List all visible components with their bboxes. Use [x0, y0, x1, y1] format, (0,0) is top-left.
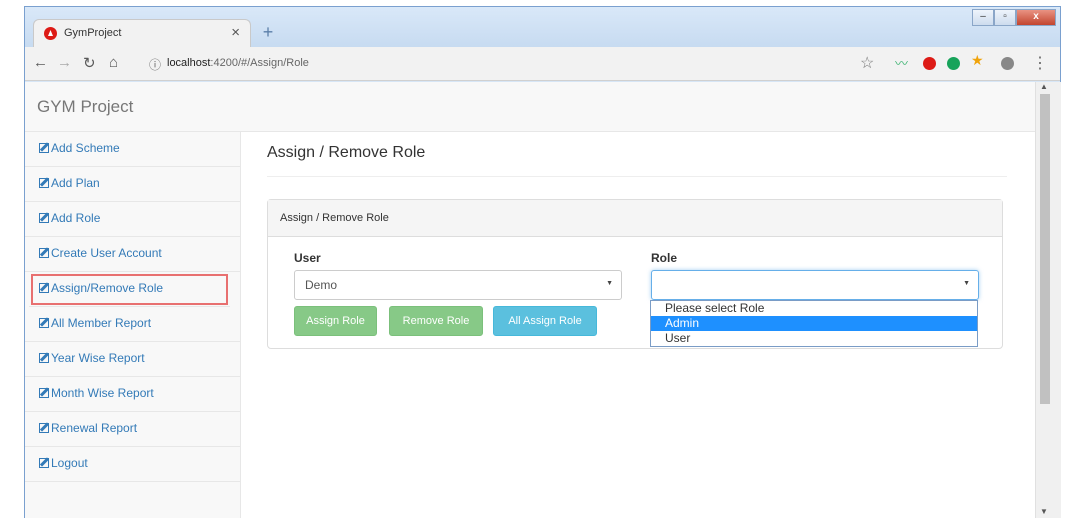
- sidebar-item-label: Logout: [51, 456, 88, 470]
- sidebar-item-label: Month Wise Report: [51, 386, 154, 400]
- panel-heading: Assign / Remove Role: [268, 200, 1002, 237]
- title-divider: [267, 176, 1007, 177]
- role-select[interactable]: ▼: [651, 270, 979, 300]
- tab-title: GymProject: [64, 27, 122, 39]
- chevron-down-icon: ▼: [606, 280, 613, 287]
- edit-icon: [39, 423, 49, 433]
- url-path: :4200/#/Assign/Role: [210, 57, 309, 69]
- top-navbar: GYM Project: [25, 82, 1035, 132]
- sidebar-item-add-role[interactable]: Add Role: [25, 202, 240, 237]
- sidebar-item-label: Year Wise Report: [51, 351, 145, 365]
- role-label: Role: [651, 251, 678, 265]
- edit-icon: [39, 178, 49, 188]
- edit-icon: [39, 458, 49, 468]
- role-option-user[interactable]: User: [651, 331, 977, 346]
- close-window-button[interactable]: x: [1016, 9, 1056, 26]
- edit-icon: [39, 143, 49, 153]
- extension-wave-icon[interactable]: 〰: [895, 53, 908, 71]
- web-page: GYM Project Add Scheme Add Plan Add Role…: [25, 82, 1035, 518]
- assign-role-button[interactable]: Assign Role: [294, 306, 377, 336]
- role-dropdown-list: Please select Role Admin User: [650, 300, 978, 347]
- bookmark-star-icon[interactable]: ☆: [860, 53, 874, 73]
- role-option-placeholder[interactable]: Please select Role: [651, 301, 977, 316]
- role-option-admin[interactable]: Admin: [651, 316, 977, 331]
- browser-window: GymProject × + – ▫ x ← → ↻ ⌂ ⓘ localhost…: [24, 6, 1061, 518]
- browser-menu-icon[interactable]: ⋮: [1032, 53, 1048, 73]
- scrollbar-thumb[interactable]: [1040, 94, 1050, 404]
- all-assign-role-button[interactable]: All Assign Role: [493, 306, 597, 336]
- user-select-value: Demo: [305, 278, 338, 292]
- url-host: localhost: [167, 57, 211, 69]
- profile-avatar-icon[interactable]: [1001, 57, 1014, 70]
- sidebar-item-logout[interactable]: Logout: [25, 447, 240, 482]
- extension-green-icon[interactable]: [947, 57, 960, 70]
- home-icon[interactable]: ⌂: [109, 54, 118, 71]
- sidebar-item-label: Add Plan: [51, 176, 100, 190]
- window-controls: – ▫ x: [972, 9, 1056, 27]
- scroll-up-icon[interactable]: ▲: [1040, 82, 1048, 91]
- extension-star-icon[interactable]: ★: [971, 52, 984, 68]
- minimize-button[interactable]: –: [972, 9, 994, 26]
- edit-icon: [39, 213, 49, 223]
- sidebar-item-create-user-account[interactable]: Create User Account: [25, 237, 240, 272]
- page-scrollbar[interactable]: ▲ ▼: [1035, 82, 1061, 518]
- maximize-button[interactable]: ▫: [994, 9, 1016, 26]
- address-bar[interactable]: localhost:4200/#/Assign/Role: [167, 57, 309, 69]
- reload-icon[interactable]: ↻: [83, 54, 96, 72]
- browser-toolbar: ← → ↻ ⌂ ⓘ localhost:4200/#/Assign/Role ☆…: [25, 47, 1060, 81]
- extension-angular-icon[interactable]: [923, 57, 936, 70]
- sidebar: Add Scheme Add Plan Add Role Create User…: [25, 132, 241, 518]
- angular-favicon-icon: [44, 27, 57, 40]
- edit-icon: [39, 248, 49, 258]
- back-arrow-icon[interactable]: ←: [33, 54, 48, 71]
- forward-arrow-icon[interactable]: →: [57, 54, 72, 71]
- sidebar-item-label: Add Scheme: [51, 141, 120, 155]
- sidebar-item-label: Create User Account: [51, 246, 162, 260]
- brand-title[interactable]: GYM Project: [37, 97, 133, 117]
- user-select[interactable]: Demo ▼: [294, 270, 622, 300]
- edit-icon: [39, 318, 49, 328]
- remove-role-button[interactable]: Remove Role: [389, 306, 483, 336]
- sidebar-item-label: Renewal Report: [51, 421, 138, 435]
- sidebar-item-add-scheme[interactable]: Add Scheme: [25, 132, 240, 167]
- sidebar-item-month-wise-report[interactable]: Month Wise Report: [25, 377, 240, 412]
- edit-icon: [39, 353, 49, 363]
- sidebar-item-label: Add Role: [51, 211, 101, 225]
- tab-close-icon[interactable]: ×: [231, 24, 240, 41]
- sidebar-item-label: All Member Report: [51, 316, 152, 330]
- tab-strip: GymProject × + – ▫ x: [25, 7, 1060, 47]
- sidebar-item-renewal-report[interactable]: Renewal Report: [25, 412, 240, 447]
- sidebar-item-all-member-report[interactable]: All Member Report: [25, 307, 240, 342]
- sidebar-item-add-plan[interactable]: Add Plan: [25, 167, 240, 202]
- new-tab-button[interactable]: +: [257, 23, 279, 43]
- user-label: User: [294, 251, 321, 265]
- sidebar-item-label: Assign/Remove Role: [51, 281, 164, 295]
- chevron-down-icon: ▼: [963, 280, 970, 287]
- edit-icon: [39, 283, 49, 293]
- scroll-down-icon[interactable]: ▼: [1040, 507, 1048, 516]
- edit-icon: [39, 388, 49, 398]
- sidebar-item-assign-remove-role[interactable]: Assign/Remove Role: [29, 272, 230, 307]
- sidebar-item-year-wise-report[interactable]: Year Wise Report: [25, 342, 240, 377]
- page-title: Assign / Remove Role: [267, 144, 426, 161]
- browser-tab[interactable]: GymProject ×: [33, 19, 251, 47]
- info-icon[interactable]: ⓘ: [149, 56, 161, 73]
